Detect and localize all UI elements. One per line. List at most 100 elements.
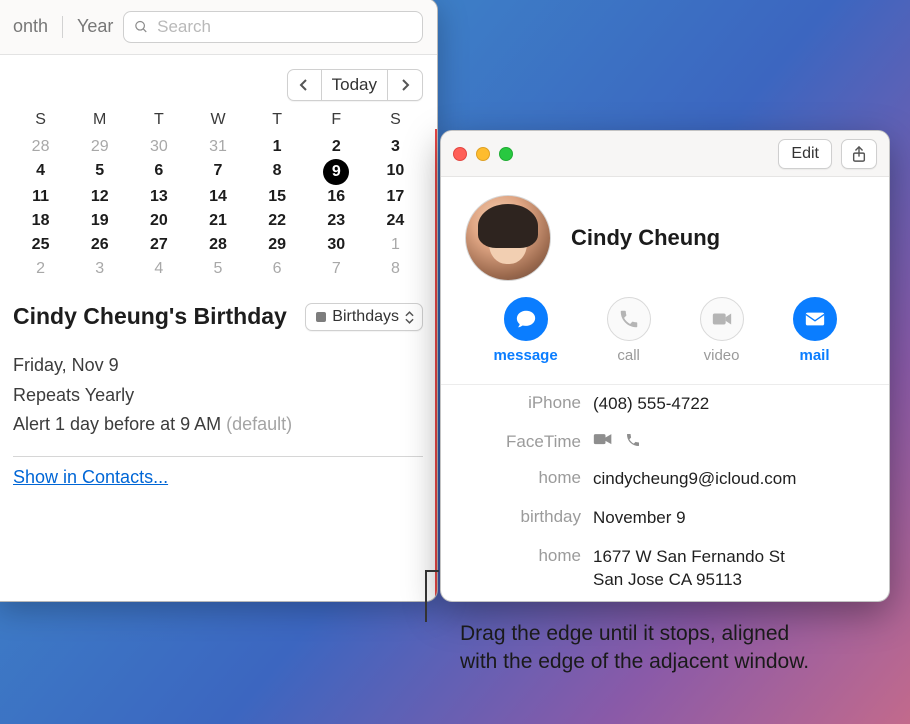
mail-icon: [804, 308, 826, 330]
action-video[interactable]: video: [700, 297, 744, 364]
calendar-day[interactable]: 30: [131, 135, 186, 159]
action-mail[interactable]: mail: [793, 297, 837, 364]
calendar-day[interactable]: 3: [368, 135, 423, 159]
calendar-week: 11121314151617: [13, 185, 423, 209]
show-in-contacts-link[interactable]: Show in Contacts...: [13, 467, 423, 488]
date-navigator: Today: [287, 69, 423, 101]
prev-button[interactable]: [288, 70, 322, 100]
calendar-day[interactable]: 15: [250, 185, 305, 209]
calendar-day[interactable]: 7: [309, 257, 364, 281]
calendar-week: 2345678: [13, 257, 423, 281]
calendar-day[interactable]: 3: [72, 257, 127, 281]
close-button[interactable]: [453, 147, 467, 161]
weekday-label: S: [13, 111, 68, 135]
calendar-day[interactable]: 29: [72, 135, 127, 159]
calendar-day[interactable]: 11: [13, 185, 68, 209]
edit-button[interactable]: Edit: [778, 139, 832, 169]
detail-birthday: birthday November 9: [441, 499, 889, 538]
weekday-label: T: [131, 111, 186, 135]
calendar-day[interactable]: 7: [190, 159, 245, 185]
calendar-day[interactable]: 6: [131, 159, 186, 185]
share-button[interactable]: [841, 139, 877, 169]
calendar-day[interactable]: 10: [368, 159, 423, 185]
calendar-day[interactable]: 24: [368, 209, 423, 233]
weekday-label: S: [368, 111, 423, 135]
view-segments: onth Year: [13, 16, 113, 38]
mini-calendar: SMTWTFS 28293031123456789101112131415161…: [13, 111, 423, 281]
segment-month[interactable]: onth: [13, 16, 48, 37]
calendar-day[interactable]: 14: [190, 185, 245, 209]
event-title: Cindy Cheung's Birthday: [13, 303, 293, 330]
calendar-color-dot: [316, 312, 326, 322]
today-button[interactable]: Today: [322, 70, 388, 100]
calendar-day[interactable]: 17: [368, 185, 423, 209]
calendar-day[interactable]: 6: [250, 257, 305, 281]
calendar-day[interactable]: 8: [250, 159, 305, 185]
calendar-day[interactable]: 1: [368, 233, 423, 257]
divider: [13, 456, 423, 457]
titlebar: Edit: [441, 131, 889, 177]
action-call[interactable]: call: [607, 297, 651, 364]
calendar-day[interactable]: 28: [13, 135, 68, 159]
calendar-day[interactable]: 29: [250, 233, 305, 257]
calendar-week: 456789 10: [13, 159, 423, 185]
calendar-day[interactable]: 21: [190, 209, 245, 233]
calendar-day[interactable]: 5: [190, 257, 245, 281]
minimize-button[interactable]: [476, 147, 490, 161]
calendar-select[interactable]: Birthdays: [305, 303, 423, 331]
calendar-day[interactable]: 23: [309, 209, 364, 233]
weekday-label: M: [72, 111, 127, 135]
calendar-day-today[interactable]: 9: [323, 159, 349, 185]
window-right-edge[interactable]: [435, 129, 437, 601]
search-input[interactable]: [157, 17, 412, 37]
calendar-day[interactable]: 20: [131, 209, 186, 233]
stepper-icon: [405, 311, 414, 324]
calendar-day[interactable]: 2: [309, 135, 364, 159]
event-date: Friday, Nov 9: [13, 351, 423, 381]
facetime-audio-icon[interactable]: [623, 432, 643, 448]
calendar-day[interactable]: 1: [250, 135, 305, 159]
facetime-video-icon[interactable]: [593, 432, 613, 448]
callout-text: Drag the edge until it stops, aligned wi…: [460, 620, 820, 677]
calendar-day[interactable]: 19: [72, 209, 127, 233]
action-message[interactable]: message: [493, 297, 557, 364]
calendar-toolbar: onth Year: [0, 0, 437, 55]
contact-name: Cindy Cheung: [571, 225, 720, 251]
calendar-day[interactable]: 26: [72, 233, 127, 257]
calendar-day[interactable]: 16: [309, 185, 364, 209]
contacts-window: Edit Cindy Cheung message call: [440, 130, 890, 602]
video-icon: [711, 308, 733, 330]
calendar-day[interactable]: 30: [309, 233, 364, 257]
chevron-right-icon: [399, 79, 411, 91]
calendar-day[interactable]: 8: [368, 257, 423, 281]
calendar-day[interactable]: 2: [13, 257, 68, 281]
calendar-day[interactable]: 22: [250, 209, 305, 233]
phone-icon: [618, 308, 640, 330]
calendar-week: 2526272829301: [13, 233, 423, 257]
calendar-day[interactable]: 28: [190, 233, 245, 257]
calendar-week: 28293031123: [13, 135, 423, 159]
event-repeat: Repeats Yearly: [13, 381, 423, 411]
next-button[interactable]: [388, 70, 422, 100]
calendar-day[interactable]: 4: [131, 257, 186, 281]
maximize-button[interactable]: [499, 147, 513, 161]
chevron-left-icon: [298, 79, 310, 91]
search-field[interactable]: [123, 11, 423, 43]
weekday-label: F: [309, 111, 364, 135]
calendar-day[interactable]: 25: [13, 233, 68, 257]
calendar-day[interactable]: 5: [72, 159, 127, 185]
action-row: message call video mail: [441, 293, 889, 384]
segment-year[interactable]: Year: [77, 16, 113, 37]
detail-address: home 1677 W San Fernando St San Jose CA …: [441, 538, 889, 600]
calendar-day[interactable]: 13: [131, 185, 186, 209]
calendar-select-label: Birthdays: [332, 308, 399, 326]
calendar-day[interactable]: 4: [13, 159, 68, 185]
contact-details: iPhone (408) 555-4722 FaceTime home cind…: [441, 384, 889, 602]
calendar-day[interactable]: 12: [72, 185, 127, 209]
calendar-window: onth Year Today SMTWTFS 2829303112345678…: [0, 0, 438, 602]
calendar-day[interactable]: 18: [13, 209, 68, 233]
calendar-day[interactable]: 27: [131, 233, 186, 257]
avatar: [465, 195, 551, 281]
calendar-day[interactable]: 31: [190, 135, 245, 159]
detail-phone: iPhone (408) 555-4722: [441, 385, 889, 424]
